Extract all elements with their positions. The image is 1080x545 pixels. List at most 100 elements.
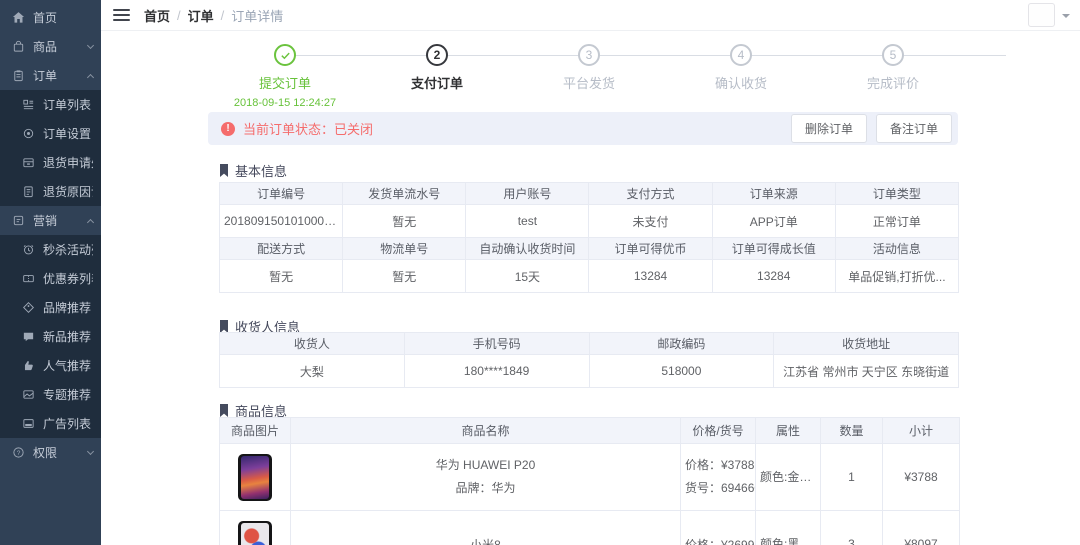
sidebar-item-marketing[interactable]: 营销 xyxy=(0,206,101,235)
basic-info-table: 订单编号 发货单流水号 用户账号 支付方式 订单来源 订单类型 20180915… xyxy=(219,182,959,293)
brand-icon xyxy=(21,301,35,315)
subtotal-cell: ¥3788 xyxy=(883,444,960,511)
permission-icon: ? xyxy=(11,446,25,460)
subtotal-cell: ¥8097 xyxy=(883,511,960,545)
breadcrumb-home[interactable]: 首页 xyxy=(144,6,170,25)
product-name-cell: 小米8 xyxy=(291,511,681,545)
chevron-up-icon xyxy=(87,218,94,225)
sidebar-item-brand-recommend[interactable]: 品牌推荐 xyxy=(0,293,101,322)
sidebar-item-new-product-recommend[interactable]: 新品推荐 xyxy=(0,322,101,351)
header-cell: 用户账号 xyxy=(466,183,589,205)
home-icon xyxy=(11,11,25,25)
product-name: 小米8 xyxy=(295,536,676,545)
value-cell: 正常订单 xyxy=(835,205,958,238)
step-circle-wait: 3 xyxy=(578,44,600,66)
header-cell: 手机号码 xyxy=(404,333,589,355)
sidebar-item-ad-list[interactable]: 广告列表 xyxy=(0,409,101,438)
value-cell: 暂无 xyxy=(343,205,466,238)
sidebar-item-label: 专题推荐 xyxy=(43,386,93,403)
basic-info-title: 基本信息 xyxy=(219,161,287,180)
sidebar-item-permissions[interactable]: ? 权限 xyxy=(0,438,101,467)
chevron-up-icon xyxy=(87,73,94,80)
delete-order-button[interactable]: 删除订单 xyxy=(791,114,867,143)
header-cell: 小计 xyxy=(883,418,960,444)
value-cell: 13284 xyxy=(589,260,712,293)
new-product-icon xyxy=(21,330,35,344)
sidebar-item-label: 首页 xyxy=(33,9,93,26)
order-detail-content: 提交订单 2018-09-15 12:24:27 2 支付订单 3 平台发货 4… xyxy=(101,31,1080,545)
value-cell: 13284 xyxy=(712,260,835,293)
table-header-row: 订单编号 发货单流水号 用户账号 支付方式 订单来源 订单类型 xyxy=(220,183,959,205)
sidebar-item-label: 订单 xyxy=(33,67,88,84)
app-window: 首页 商品 订单 订单列表 订单设置 xyxy=(0,0,1080,545)
header-cell: 商品名称 xyxy=(291,418,681,444)
sidebar-item-label: 订单列表 xyxy=(43,96,93,113)
return-reason-icon xyxy=(21,185,35,199)
attributes-cell: 颜色:黑色;容量:16G; xyxy=(756,511,821,545)
product-image-cell xyxy=(220,511,291,545)
table-row: 大梨 180****1849 518000 江苏省 常州市 天宁区 东晓街道 xyxy=(220,355,959,388)
sidebar-item-label: 秒杀活动列表 xyxy=(43,241,93,258)
sidebar-item-label: 人气推荐 xyxy=(43,357,93,374)
sidebar-item-label: 订单设置 xyxy=(43,125,93,142)
sidebar-item-label: 退货申请处理 xyxy=(43,154,93,171)
sidebar-item-popular-recommend[interactable]: 人气推荐 xyxy=(0,351,101,380)
bookmark-icon xyxy=(219,404,229,417)
sidebar-item-home[interactable]: 首页 xyxy=(0,3,101,32)
sidebar-item-coupon-list[interactable]: 优惠券列表 xyxy=(0,264,101,293)
sidebar-item-order-list[interactable]: 订单列表 xyxy=(0,90,101,119)
step-finish-review: 5 完成评价 xyxy=(823,31,963,92)
header-cell: 自动确认收货时间 xyxy=(466,238,589,260)
flash-sale-icon xyxy=(21,243,35,257)
breadcrumb-separator: / xyxy=(221,8,225,23)
product-name: 华为 HUAWEI P20 xyxy=(295,454,676,477)
step-submit-order: 提交订单 2018-09-15 12:24:27 xyxy=(215,31,355,109)
address-cell: 江苏省 常州市 天宁区 东晓街道 xyxy=(774,355,959,388)
step-pay-order: 2 支付订单 xyxy=(367,31,507,92)
caret-down-icon xyxy=(1062,14,1070,22)
quantity-cell: 1 xyxy=(821,444,883,511)
note-order-button[interactable]: 备注订单 xyxy=(876,114,952,143)
hot-icon xyxy=(21,359,35,373)
sidebar-item-order-settings[interactable]: 订单设置 xyxy=(0,119,101,148)
order-status-alert: ! 当前订单状态：已关闭 删除订单 备注订单 xyxy=(208,112,958,145)
price: 价格：¥3788 xyxy=(685,454,751,477)
order-number-cell: 201809150101000001 xyxy=(220,205,343,238)
table-header-row: 收货人 手机号码 邮政编码 收货地址 xyxy=(220,333,959,355)
phone-cell: 180****1849 xyxy=(404,355,589,388)
breadcrumb-separator: / xyxy=(177,8,181,23)
sidebar-item-label: 广告列表 xyxy=(43,415,93,432)
order-status-text: 当前订单状态：已关闭 xyxy=(243,119,782,138)
sidebar-item-goods[interactable]: 商品 xyxy=(0,32,101,61)
hamburger-icon[interactable] xyxy=(113,6,130,24)
sidebar-item-label: 权限 xyxy=(33,444,88,461)
avatar[interactable] xyxy=(1028,3,1055,27)
sku: 货号：6946605 xyxy=(685,477,751,500)
goods-info-table: 商品图片 商品名称 价格/货号 属性 数量 小计 华为 HUAWEI P20 品… xyxy=(219,417,960,545)
table-row: 华为 HUAWEI P20 品牌：华为 价格：¥3788 货号：6946605 … xyxy=(220,444,960,511)
postcode-cell: 518000 xyxy=(589,355,774,388)
ad-icon xyxy=(21,417,35,431)
header-cell: 活动信息 xyxy=(835,238,958,260)
sidebar-item-return-requests[interactable]: 退货申请处理 xyxy=(0,148,101,177)
step-circle-done xyxy=(274,44,296,66)
table-row: 小米8 价格：¥2699 颜色:黑色;容量:16G; 3 ¥8097 xyxy=(220,511,960,545)
sidebar-item-orders[interactable]: 订单 xyxy=(0,61,101,90)
header-cell: 价格/货号 xyxy=(681,418,756,444)
bookmark-icon xyxy=(219,164,229,177)
coupon-icon xyxy=(21,272,35,286)
header-cell: 物流单号 xyxy=(343,238,466,260)
goods-icon xyxy=(11,40,25,54)
header-cell: 商品图片 xyxy=(220,418,291,444)
header-cell: 支付方式 xyxy=(589,183,712,205)
quantity-cell: 3 xyxy=(821,511,883,545)
breadcrumb-orders[interactable]: 订单 xyxy=(188,6,214,25)
table-header-row: 配送方式 物流单号 自动确认收货时间 订单可得优币 订单可得成长值 活动信息 xyxy=(220,238,959,260)
chevron-down-icon xyxy=(87,447,94,454)
user-menu[interactable] xyxy=(1028,3,1070,27)
header-cell: 数量 xyxy=(821,418,883,444)
sidebar-item-topic-recommend[interactable]: 专题推荐 xyxy=(0,380,101,409)
header-cell: 收货地址 xyxy=(774,333,959,355)
sidebar-item-return-reasons[interactable]: 退货原因设置 xyxy=(0,177,101,206)
sidebar-item-flash-sale-list[interactable]: 秒杀活动列表 xyxy=(0,235,101,264)
